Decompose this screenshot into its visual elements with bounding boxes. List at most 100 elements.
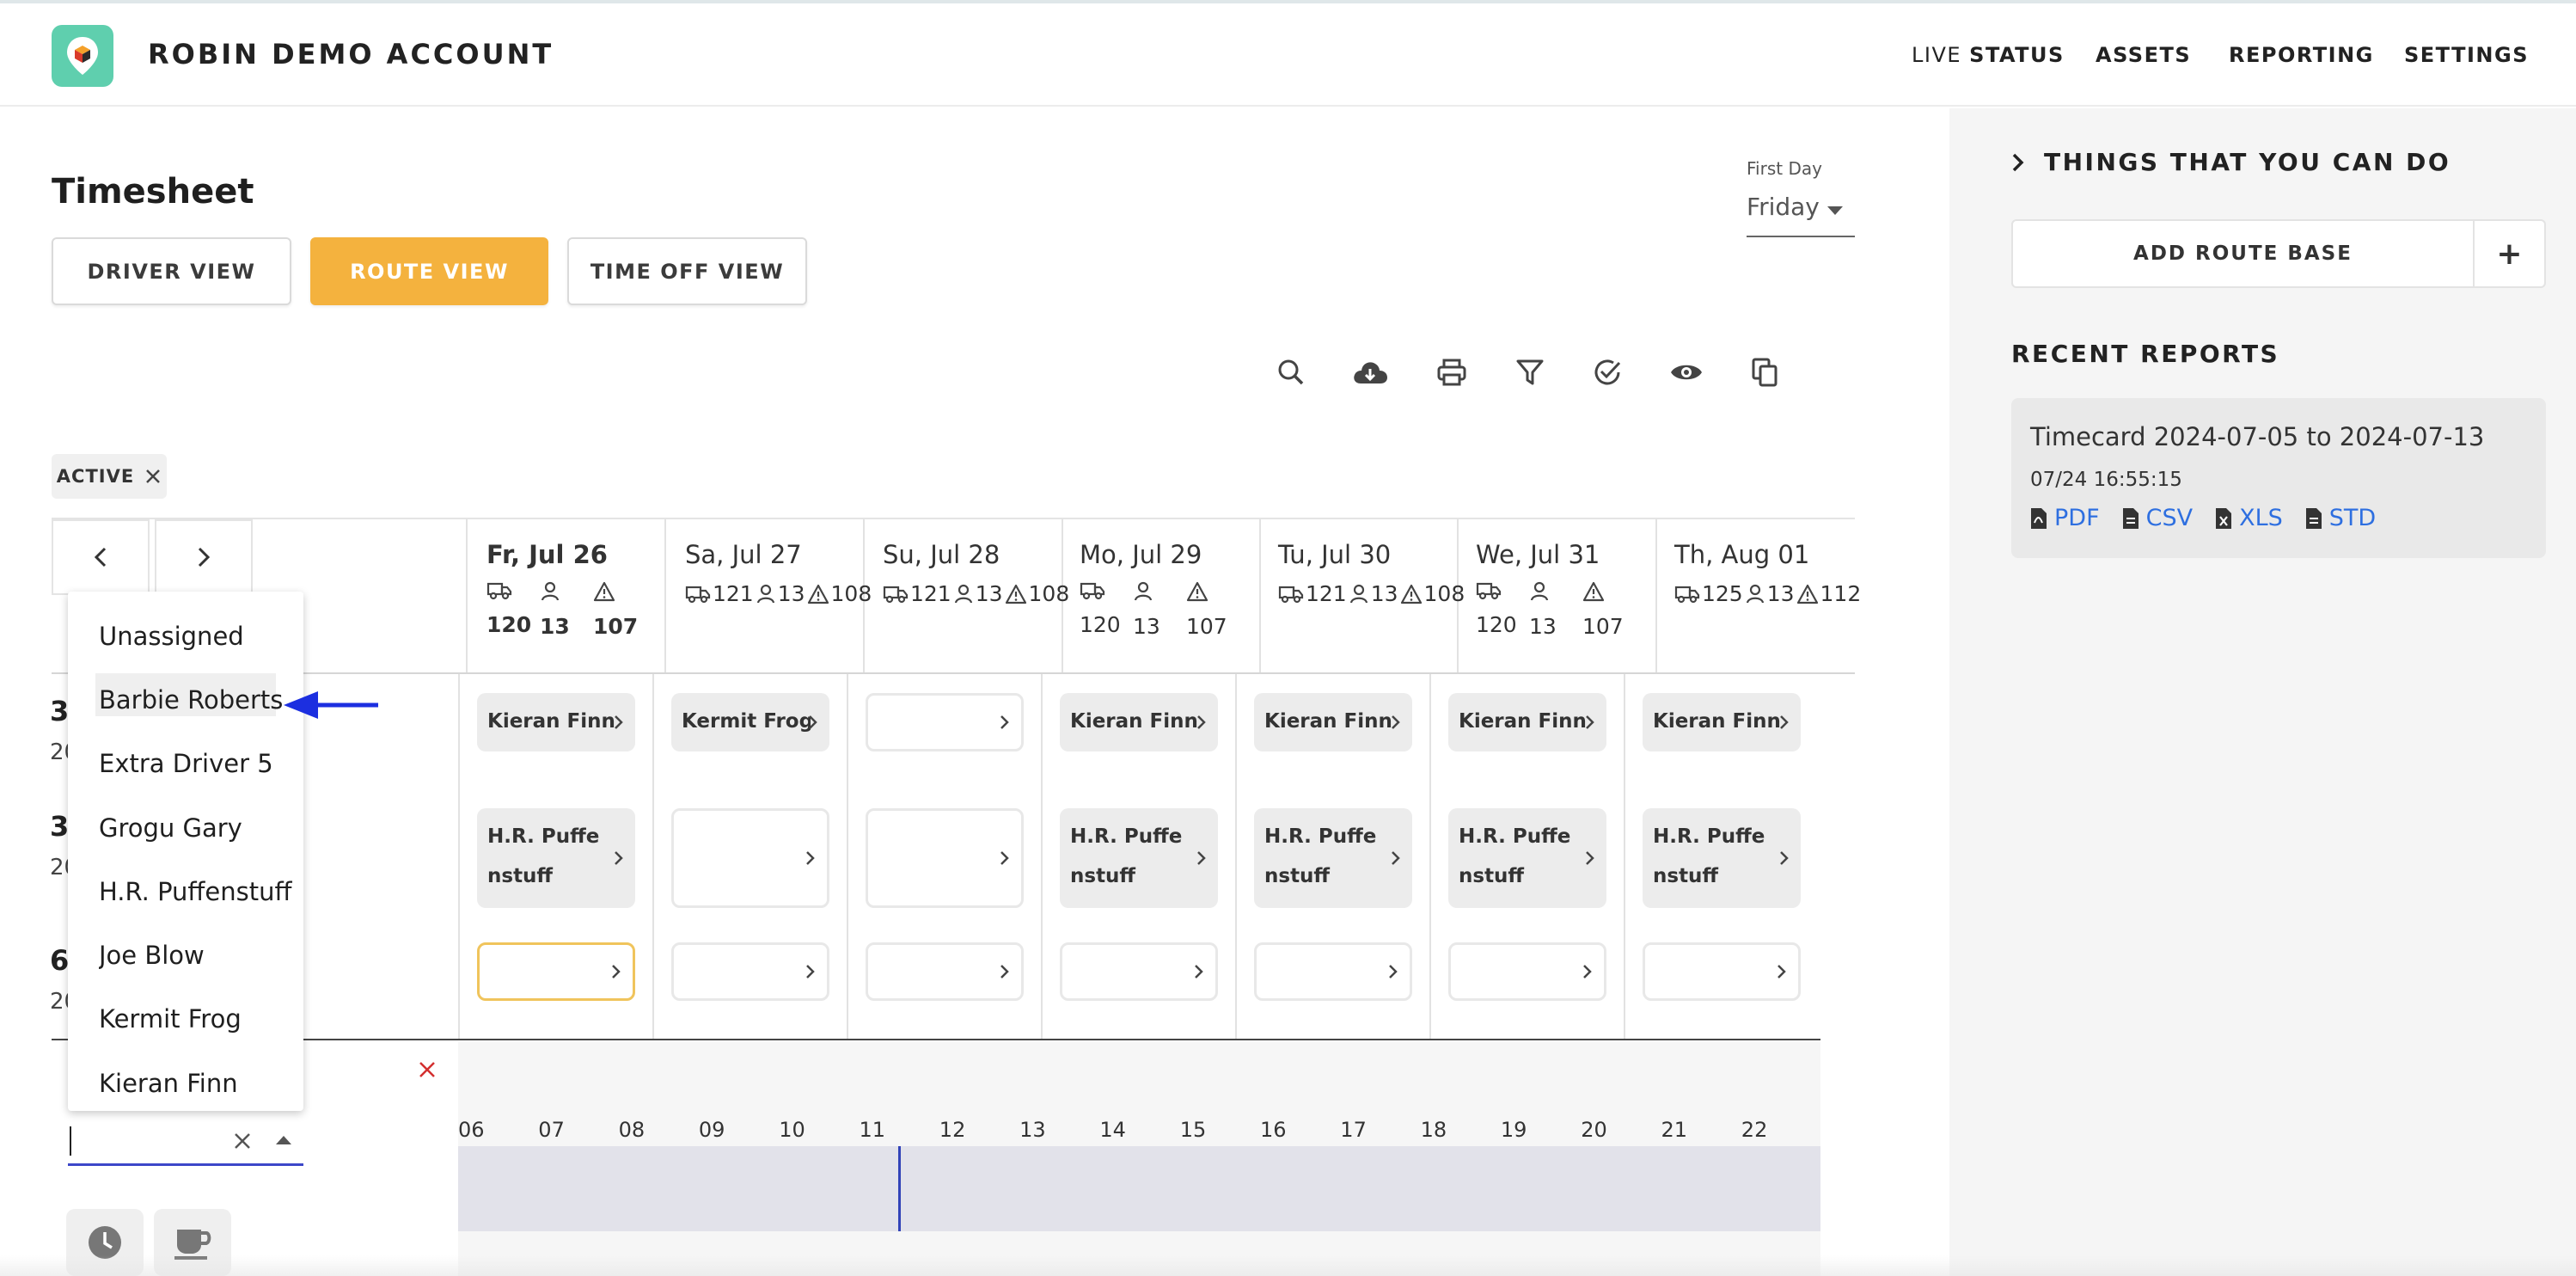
break-button[interactable]	[154, 1209, 231, 1276]
route-cell[interactable]	[1254, 942, 1412, 1001]
timeline-hour-label: 14	[1099, 1118, 1126, 1142]
day-header: Su, Jul 28 121 13 108	[883, 540, 1080, 606]
add-route-base-control: ADD ROUTE BASE +	[2011, 219, 2546, 288]
alert-count: 112	[1820, 581, 1862, 606]
timeline-hour-label: 15	[1179, 1118, 1207, 1142]
dropdown-option[interactable]: H.R. Puffenstuff	[99, 877, 297, 906]
chip-label: ACTIVE	[56, 466, 135, 487]
eye-icon[interactable]	[1667, 353, 1705, 391]
route-cell[interactable]	[1448, 942, 1606, 1001]
driver-view-button[interactable]: DRIVER VIEW	[52, 237, 291, 305]
report-link-pdf[interactable]: PDF	[2030, 505, 2100, 531]
day-header: Mo, Jul 29 120 13 107	[1080, 540, 1277, 639]
app-header: ROBIN DEMO ACCOUNT LIVE STATUS ASSETS RE…	[0, 3, 2576, 107]
next-week-button[interactable]	[155, 519, 253, 595]
dropdown-option[interactable]: Grogu Gary	[99, 813, 297, 843]
route-cell[interactable]	[671, 808, 829, 908]
dropdown-option-highlighted[interactable]: Barbie Roberts	[99, 685, 297, 715]
search-icon[interactable]	[1272, 353, 1310, 391]
first-day-select[interactable]: Friday	[1747, 193, 1855, 237]
printer-icon[interactable]	[1433, 353, 1471, 391]
first-day-value: Friday	[1747, 193, 1820, 221]
row-label: 6	[50, 944, 70, 977]
route-cell[interactable]	[671, 942, 829, 1001]
dropdown-option[interactable]: Extra Driver 5	[99, 749, 297, 778]
clock-button[interactable]	[66, 1209, 144, 1276]
nav-reporting[interactable]: REPORTING	[2229, 43, 2374, 67]
alert-count: 107	[1186, 614, 1227, 639]
report-link-xls[interactable]: XLS	[2215, 505, 2283, 531]
cloud-download-icon[interactable]	[1351, 353, 1389, 391]
close-icon[interactable]	[418, 1060, 437, 1079]
route-cell[interactable]	[477, 942, 635, 1001]
clear-icon[interactable]	[233, 1132, 252, 1150]
truck-count: 121	[1306, 581, 1347, 606]
dropdown-option[interactable]: Unassigned	[99, 622, 297, 651]
warning-icon	[1796, 584, 1818, 604]
grid-bottom-border	[52, 1039, 1820, 1040]
people-count: 13	[1370, 581, 1398, 606]
route-cell[interactable]: H.R. Puffenstuff	[477, 808, 635, 908]
route-cell[interactable]	[866, 942, 1024, 1001]
route-cell[interactable]	[866, 693, 1024, 751]
check-circle-icon[interactable]	[1588, 353, 1626, 391]
nav-live-status[interactable]: LIVE STATUS	[1912, 43, 2065, 67]
timeline-hour-label: 10	[779, 1118, 805, 1142]
caret-up-icon[interactable]	[276, 1135, 291, 1145]
cell-driver-name: Kieran Finn	[1653, 710, 1781, 733]
add-plus-button[interactable]: +	[2475, 221, 2544, 286]
route-cell[interactable]: Kieran Finn	[1254, 693, 1412, 751]
cell-driver-name: H.R. Puffenstuff	[1264, 825, 1377, 887]
timeline-hour-label: 16	[1260, 1118, 1287, 1142]
route-cell[interactable]: H.R. Puffenstuff	[1060, 808, 1218, 908]
report-card: Timecard 2024-07-05 to 2024-07-13 07/24 …	[2011, 398, 2546, 558]
nav-settings[interactable]: SETTINGS	[2404, 43, 2529, 67]
timeline-hour-label: 07	[538, 1118, 565, 1142]
filter-icon[interactable]	[1511, 353, 1549, 391]
cell-driver-name: Kermit Frog	[682, 710, 811, 733]
route-cell[interactable]: Kieran Finn	[1448, 693, 1606, 751]
coffee-cup-icon	[174, 1230, 211, 1260]
route-cell[interactable]	[1060, 942, 1218, 1001]
report-link-label: XLS	[2239, 505, 2283, 531]
route-cell[interactable]: Kieran Finn	[1060, 693, 1218, 751]
add-route-base-button[interactable]: ADD ROUTE BASE	[2013, 221, 2473, 286]
people-count: 13	[540, 614, 570, 639]
person-icon	[1746, 584, 1764, 603]
day-label: Th, Aug 01	[1674, 540, 1810, 569]
route-cell[interactable]: H.R. Puffenstuff	[1643, 808, 1801, 908]
close-icon[interactable]	[144, 468, 162, 485]
route-cell[interactable]: H.R. Puffenstuff	[1254, 808, 1412, 908]
copy-icon[interactable]	[1746, 353, 1784, 391]
grid-top-border	[52, 518, 1855, 519]
route-cell[interactable]	[1643, 942, 1801, 1001]
dropdown-option[interactable]: Kermit Frog	[99, 1004, 297, 1034]
route-cell[interactable]: Kieran Finn	[477, 693, 635, 751]
report-link-csv[interactable]: CSV	[2122, 505, 2193, 531]
route-cell[interactable]: H.R. Puffenstuff	[1448, 808, 1606, 908]
app-logo[interactable]	[52, 25, 113, 87]
grid-header-border	[52, 672, 1855, 674]
timeline-bar[interactable]	[458, 1146, 1820, 1231]
chevron-right-icon	[1000, 965, 1009, 978]
warning-icon	[1005, 584, 1026, 604]
driver-combobox-input[interactable]	[68, 1116, 303, 1166]
timeline-hour-label: 20	[1581, 1118, 1607, 1142]
things-you-can-do-toggle[interactable]: THINGS THAT YOU CAN DO	[2011, 148, 2451, 176]
dropdown-option[interactable]: Kieran Finn	[99, 1069, 297, 1098]
timeline-hour-label: 17	[1340, 1118, 1367, 1142]
clock-icon	[89, 1226, 121, 1259]
nav-assets[interactable]: ASSETS	[2096, 43, 2191, 67]
route-view-button[interactable]: ROUTE VIEW	[310, 237, 548, 305]
time-off-view-button[interactable]: TIME OFF VIEW	[567, 237, 807, 305]
route-cell[interactable]	[866, 808, 1024, 908]
prev-week-button[interactable]	[52, 519, 150, 595]
column-divider	[652, 674, 654, 1039]
chevron-right-icon	[615, 851, 623, 865]
route-cell[interactable]: Kermit Frog	[671, 693, 829, 751]
column-divider	[1429, 674, 1431, 1039]
dropdown-option[interactable]: Joe Blow	[99, 941, 297, 970]
report-link-std[interactable]: STD	[2305, 505, 2376, 531]
row-label: 3	[50, 695, 70, 727]
route-cell[interactable]: Kieran Finn	[1643, 693, 1801, 751]
